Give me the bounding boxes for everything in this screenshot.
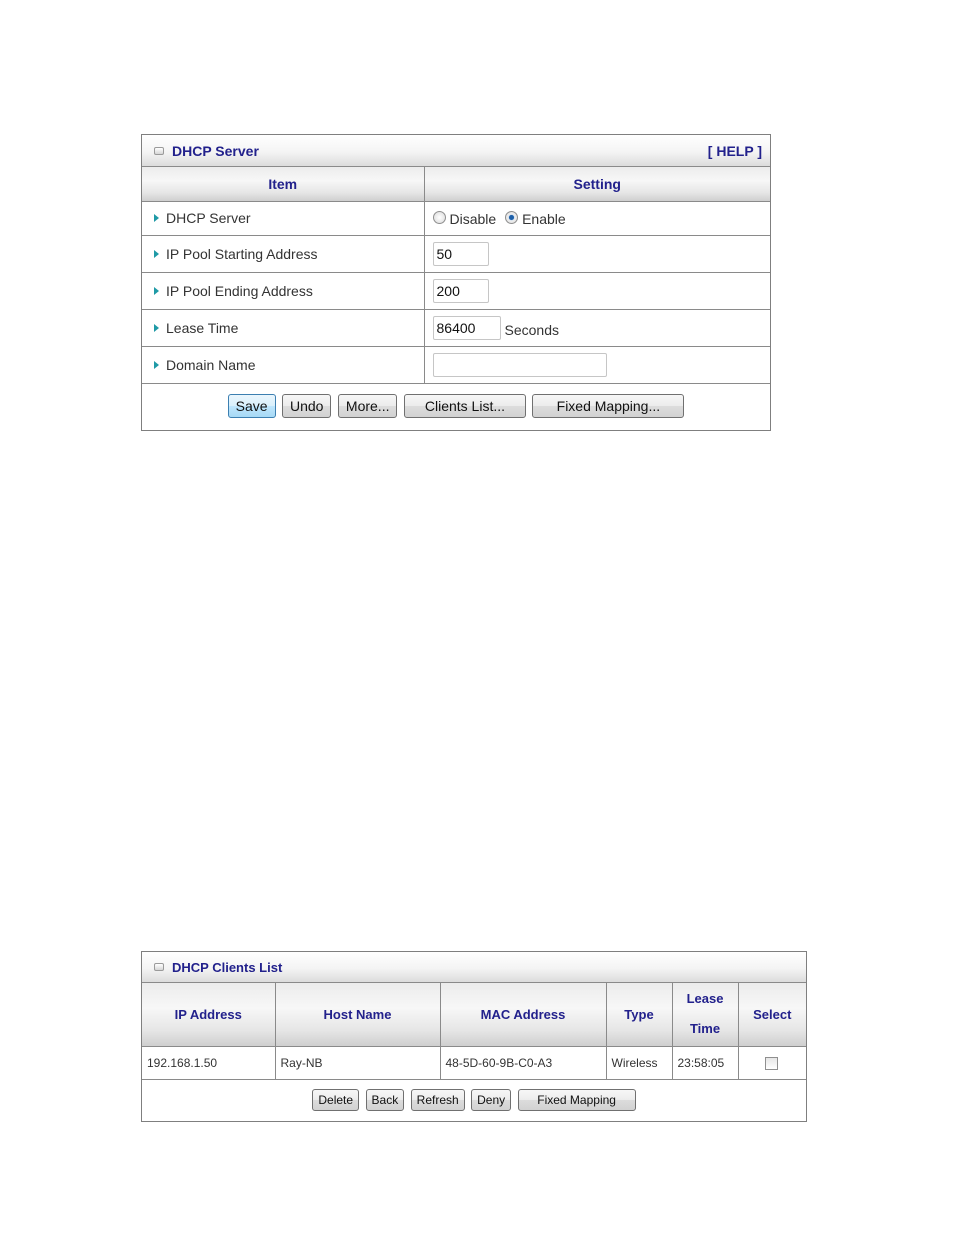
setting-row-pool-end: IP Pool Ending Address <box>142 272 770 310</box>
setting-value-cell: Disable Enable <box>424 201 770 236</box>
setting-row-dhcp-server: DHCP Server Disable Enable <box>142 201 770 236</box>
panel-titlebar: DHCP Clients List <box>142 952 806 983</box>
panel-title: DHCP Clients List <box>172 959 283 975</box>
setting-label: DHCP Server <box>166 210 251 226</box>
clients-button-row: Delete Back Refresh Deny Fixed Mapping <box>142 1080 806 1111</box>
column-header-item: Item <box>142 167 425 202</box>
setting-label-cell: Lease Time <box>142 309 425 347</box>
refresh-button[interactable]: Refresh <box>410 1088 465 1111</box>
table-row: 192.168.1.50 Ray-NB 48-5D-60-9B-C0-A3 Wi… <box>142 1046 806 1080</box>
setting-label-cell: DHCP Server <box>142 201 425 236</box>
dhcp-clients-panel: DHCP Clients List IP Address Host Name M… <box>141 951 807 1122</box>
back-button[interactable]: Back <box>365 1088 405 1111</box>
disable-radio-label[interactable]: Disable <box>450 211 497 227</box>
select-checkbox[interactable] <box>765 1056 779 1070</box>
lease-header-line2: Time <box>689 1021 721 1037</box>
setting-value-cell <box>424 235 770 273</box>
undo-button[interactable]: Undo <box>281 393 332 418</box>
setting-label-cell: IP Pool Starting Address <box>142 235 425 273</box>
panel-titlebar: DHCP Server [ HELP ] <box>142 135 770 167</box>
more-button[interactable]: More... <box>337 393 398 418</box>
dhcp-server-panel: DHCP Server [ HELP ] Item Setting DHCP S… <box>141 134 771 431</box>
setting-row-domain-name: Domain Name <box>142 346 770 384</box>
save-button[interactable]: Save <box>227 393 276 418</box>
cell-mac: 48-5D-60-9B-C0-A3 <box>440 1046 607 1080</box>
arrow-bullet-icon <box>154 214 159 223</box>
fixed-mapping-button[interactable]: Fixed Mapping... <box>532 393 685 418</box>
setting-label: IP Pool Starting Address <box>166 245 318 262</box>
setting-row-lease-time: Lease Time Seconds <box>142 309 770 347</box>
setting-row-pool-start: IP Pool Starting Address <box>142 235 770 273</box>
cell-host: Ray-NB <box>275 1046 441 1080</box>
clients-list-button[interactable]: Clients List... <box>403 393 526 418</box>
panel-icon <box>154 146 164 155</box>
pool-start-input[interactable] <box>432 241 489 266</box>
setting-label: IP Pool Ending Address <box>166 282 313 299</box>
column-header-ip: IP Address <box>142 983 276 1047</box>
column-header-type: Type <box>606 983 673 1047</box>
lease-time-input[interactable] <box>432 315 501 340</box>
pool-end-input[interactable] <box>432 278 489 303</box>
disable-radio[interactable] <box>432 211 446 225</box>
arrow-bullet-icon <box>154 286 159 295</box>
lease-time-unit: Seconds <box>504 321 559 338</box>
enable-radio[interactable] <box>505 211 519 225</box>
column-header-lease: Lease Time <box>672 983 739 1047</box>
column-header-mac: MAC Address <box>440 983 607 1047</box>
setting-label-cell: IP Pool Ending Address <box>142 272 425 310</box>
arrow-bullet-icon <box>154 360 159 369</box>
setting-value-cell <box>424 272 770 310</box>
cell-type: Wireless <box>606 1046 673 1080</box>
arrow-bullet-icon <box>154 323 159 332</box>
settings-table: Item Setting DHCP Server Disable Enable … <box>142 167 770 384</box>
enable-radio-label[interactable]: Enable <box>522 211 566 227</box>
deny-button[interactable]: Deny <box>471 1088 512 1111</box>
domain-name-input[interactable] <box>432 352 607 377</box>
cell-lease: 23:58:05 <box>672 1046 739 1080</box>
column-header-setting: Setting <box>424 167 770 202</box>
setting-label-cell: Domain Name <box>142 346 425 384</box>
clients-table: IP Address Host Name MAC Address Type Le… <box>142 983 806 1080</box>
fixed-mapping-button[interactable]: Fixed Mapping <box>517 1088 636 1111</box>
lease-header-line1: Lease <box>686 991 724 1007</box>
delete-button[interactable]: Delete <box>312 1088 360 1111</box>
arrow-bullet-icon <box>154 249 159 258</box>
cell-ip: 192.168.1.50 <box>142 1046 276 1080</box>
server-button-row: Save Undo More... Clients List... Fixed … <box>142 384 770 418</box>
help-link[interactable]: [ HELP ] <box>708 143 762 159</box>
column-header-select: Select <box>738 983 806 1047</box>
setting-label: Lease Time <box>166 319 239 336</box>
setting-value-cell: Seconds <box>424 309 770 347</box>
panel-icon <box>154 963 164 971</box>
setting-label: Domain Name <box>166 356 256 373</box>
setting-value-cell <box>424 346 770 384</box>
panel-title: DHCP Server <box>172 142 259 159</box>
cell-select <box>738 1046 806 1080</box>
column-header-host: Host Name <box>275 983 441 1047</box>
